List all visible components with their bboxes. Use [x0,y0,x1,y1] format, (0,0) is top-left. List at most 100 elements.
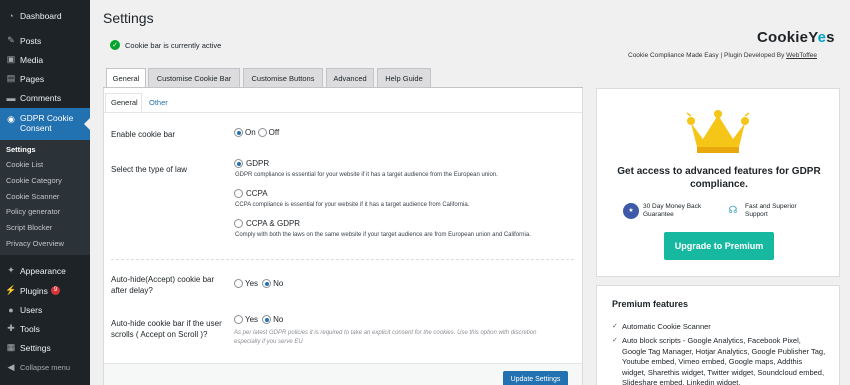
active-menu-arrow [84,118,90,130]
cookieyes-logo: CookieYes [757,29,835,46]
autohide-delay-label: Auto-hide(Accept) cookie bar after delay… [111,275,215,295]
submenu-item-settings[interactable]: Settings [6,145,36,154]
check-icon: ✓ [612,337,618,344]
ccpa-gdpr-radio[interactable] [234,219,243,228]
sidebar-item-label: Appearance [20,265,66,276]
submenu-item-privacy-overview[interactable]: Privacy Overview [6,239,64,248]
law-option-gdpr[interactable]: GDPR [234,159,269,168]
brand-tagline: Cookie Compliance Made Easy | Plugin Dev… [628,52,817,59]
appearance-icon: ✦ [7,265,15,275]
sidebar-item-settings[interactable]: ▦ Settings [0,338,90,357]
autohide-delay-radios: Yes No [234,279,285,288]
collapse-icon: ◀ [7,362,15,372]
settings-panel: General Other Enable cookie bar On Off S… [103,88,583,385]
support-feature: ☊ Fast and Superior Support [725,203,815,219]
sidebar-item-label: GDPR Cookie Consent [20,113,74,133]
submenu-item-script-blocker[interactable]: Script Blocker [6,223,52,232]
autohide-yes-radio[interactable] [234,279,243,288]
ccpa-radio[interactable] [234,189,243,198]
sidebar-item-label: Dashboard [20,10,62,21]
gdpr-description: GDPR compliance is essential for your we… [235,172,498,178]
page-title: Settings [103,10,154,26]
scroll-yes-label: Yes [245,315,259,324]
section-divider [111,259,574,260]
money-back-feature: ★ 30 Day Money Back Guarantee [623,203,705,219]
tab-customise-buttons[interactable]: Customise Buttons [243,68,323,87]
enable-off-radio[interactable] [257,128,267,137]
sidebar-item-label: Posts [20,35,42,46]
sidebar-item-label: Plugins [20,285,48,296]
enable-cookie-bar-label: Enable cookie bar [111,130,176,139]
enable-on-label: On [245,128,256,137]
sidebar-item-appearance[interactable]: ✦ Appearance [0,261,90,280]
pages-icon: ▤ [6,73,16,83]
users-icon: ● [8,304,14,315]
sidebar-item-tools[interactable]: ✚ Tools [0,319,90,338]
headset-icon: ☊ [725,203,741,219]
autohide-scroll-radios: Yes No [234,315,285,324]
gdpr-label: GDPR [246,159,270,168]
scroll-yes-radio[interactable] [234,315,243,324]
sidebar-item-pages[interactable]: ▤ Pages [0,69,90,88]
collapse-menu-button[interactable]: ◀ Collapse menu [0,358,90,377]
plugins-icon: ⚡ [5,285,17,295]
comments-icon: ▬ [6,92,16,103]
sidebar-item-comments[interactable]: ▬ Comments [0,88,90,107]
premium-features-title: Premium features [612,299,689,309]
enable-cookie-bar-radios: On Off [234,128,281,137]
sidebar-item-label: Media [20,54,44,65]
tab-general[interactable]: General [106,68,146,88]
submenu-item-cookie-list[interactable]: Cookie List [6,160,43,169]
gdpr-submenu: Settings Cookie List Cookie Category Coo… [0,140,90,255]
scroll-no-label: No [273,315,284,324]
sidebar-item-label: Pages [20,73,45,84]
sidebar-item-media[interactable]: ▣ Media [0,50,90,69]
dashboard-icon: ◔ [8,10,14,21]
tools-icon: ✚ [7,323,15,333]
submenu-item-policy-generator[interactable]: Policy generator [6,207,60,216]
tab-help-guide[interactable]: Help Guide [377,68,431,87]
submenu-item-cookie-scanner[interactable]: Cookie Scanner [6,192,59,201]
autohide-yes-label: Yes [245,279,259,288]
ccpa-description: CCPA compliance is essential for your we… [235,202,470,208]
law-option-ccpa-gdpr[interactable]: CCPA & GDPR [234,219,300,228]
media-icon: ▣ [6,54,16,64]
money-back-text: 30 Day Money Back Guarantee [643,203,702,218]
subtab-other[interactable]: Other [149,98,168,107]
sidebar-item-label: Collapse menu [20,363,71,372]
gdpr-icon: ◉ [7,113,15,124]
enable-on-radio[interactable] [234,128,243,137]
sidebar-item-gdpr-cookie-consent[interactable]: ◉ GDPR Cookie Consent [0,108,90,140]
support-text: Fast and Superior Support [745,203,797,218]
tab-customise-cookie-bar[interactable]: Customise Cookie Bar [148,68,240,87]
subtab-general[interactable]: General [111,98,138,107]
plugins-update-badge: 9 [50,286,61,295]
guarantee-badge-icon: ★ [623,203,639,219]
update-settings-button[interactable]: Update Settings [503,371,568,385]
sidebar-item-label: Comments [20,92,62,103]
tab-advanced[interactable]: Advanced [326,68,374,87]
sidebar-item-dashboard[interactable]: ◔ Dashboard [0,6,90,25]
ccpa-gdpr-description: Comply with both the laws on the same we… [235,232,531,238]
sidebar-item-posts[interactable]: ✎ Posts [0,31,90,50]
check-icon: ✓ [110,40,120,50]
upgrade-to-premium-button[interactable]: Upgrade to Premium [664,232,774,260]
law-type-label: Select the type of law [111,165,188,174]
enable-off-label: Off [268,128,280,137]
scroll-help-text: As per latest GDPR policies it is requir… [234,330,537,345]
sidebar-item-label: Users [20,304,43,315]
law-option-ccpa[interactable]: CCPA [234,189,268,198]
sidebar-item-label: Tools [20,323,40,334]
admin-sidebar: ◔ Dashboard ✎ Posts ▣ Media ▤ Pages ▬ Co… [0,0,90,385]
scroll-no-radio[interactable] [262,315,272,324]
developer-link[interactable]: WebToffee [786,52,817,59]
gdpr-radio[interactable] [234,159,243,168]
autohide-no-radio[interactable] [262,279,272,288]
sidebar-item-label: Settings [20,342,51,353]
submenu-item-cookie-category[interactable]: Cookie Category [6,176,62,185]
sidebar-item-users[interactable]: ● Users [0,300,90,319]
pushpin-icon: ✎ [7,35,15,45]
sidebar-item-plugins[interactable]: ⚡ Plugins 9 [0,281,90,300]
premium-feature-item: ✓ Automatic Cookie Scanner [612,322,711,331]
subtab-divider [104,112,582,113]
